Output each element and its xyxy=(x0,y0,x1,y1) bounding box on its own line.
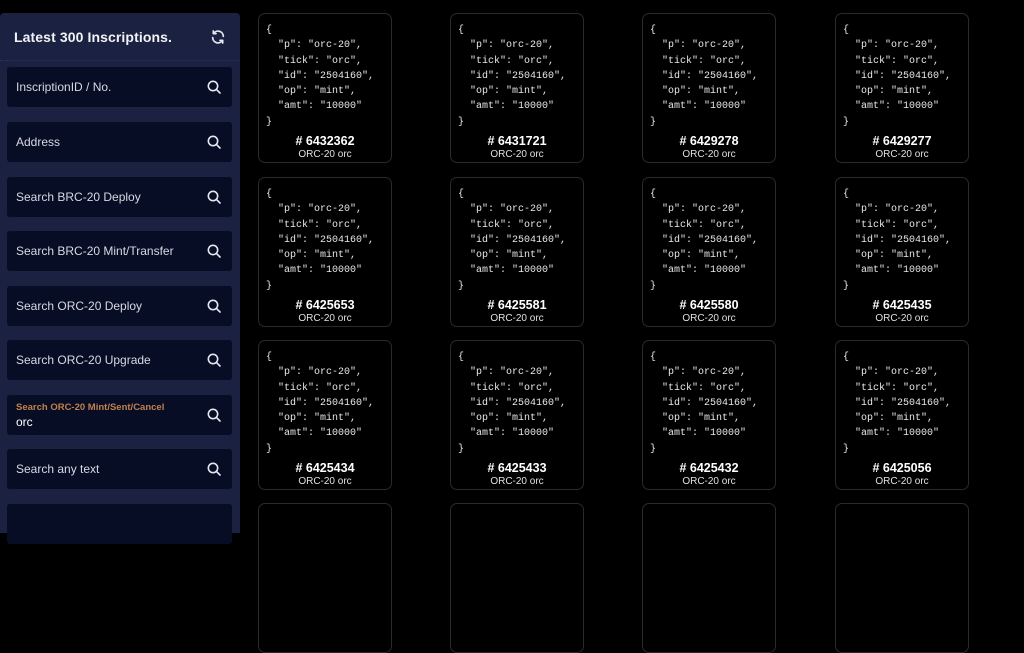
inscription-type: ORC-20 orc xyxy=(490,149,544,160)
inscription-number: # 6425435 xyxy=(872,298,932,312)
brc20-deploy-search-input[interactable]: Search BRC-20 Deploy xyxy=(7,177,232,217)
search-icon[interactable] xyxy=(206,461,222,477)
inscription-card[interactable]: { "p": "orc-20", "tick": "orc", "id": "2… xyxy=(258,177,392,327)
inscription-card[interactable]: { "p": "orc-20", "tick": "orc", "id": "2… xyxy=(450,177,584,327)
search-icon[interactable] xyxy=(206,243,222,259)
search-placeholder: Search BRC-20 Deploy xyxy=(16,190,141,204)
search-placeholder: Search ORC-20 Deploy xyxy=(16,299,143,313)
sidebar: Latest 300 Inscriptions. InscriptionID /… xyxy=(0,13,240,544)
search-field-content: Search ORC-20 Mint/Sent/Cancel orc xyxy=(16,402,164,429)
inscription-type: ORC-20 orc xyxy=(682,149,736,160)
inscription-content: { "p": "orc-20", "tick": "orc", "id": "2… xyxy=(843,189,952,292)
brc20-mint-transfer-search-input[interactable]: Search BRC-20 Mint/Transfer xyxy=(7,231,232,271)
inscription-card-partial[interactable] xyxy=(450,503,584,653)
inscription-card[interactable]: { "p": "orc-20", "tick": "orc", "id": "2… xyxy=(835,340,969,490)
inscription-content: { "p": "orc-20", "tick": "orc", "id": "2… xyxy=(266,189,375,292)
inscription-id-search-input[interactable]: InscriptionID / No. xyxy=(7,67,232,107)
search-icon[interactable] xyxy=(206,189,222,205)
inscription-type: ORC-20 orc xyxy=(298,149,352,160)
inscription-card[interactable]: { "p": "orc-20", "tick": "orc", "id": "2… xyxy=(258,340,392,490)
inscription-type: ORC-20 orc xyxy=(490,476,544,487)
inscription-card[interactable]: { "p": "orc-20", "tick": "orc", "id": "2… xyxy=(642,177,776,327)
inscription-content: { "p": "orc-20", "tick": "orc", "id": "2… xyxy=(843,352,952,455)
inscription-number: # 6425581 xyxy=(487,298,547,312)
inscription-type: ORC-20 orc xyxy=(298,313,352,324)
any-text-search-input[interactable]: Search any text xyxy=(7,449,232,489)
inscription-type: ORC-20 orc xyxy=(682,313,736,324)
inscription-type: ORC-20 orc xyxy=(875,149,929,160)
inscription-type: ORC-20 orc xyxy=(682,476,736,487)
inscription-card[interactable]: { "p": "orc-20", "tick": "orc", "id": "2… xyxy=(642,340,776,490)
inscription-content: { "p": "orc-20", "tick": "orc", "id": "2… xyxy=(266,352,375,455)
inscription-card[interactable]: { "p": "orc-20", "tick": "orc", "id": "2… xyxy=(450,340,584,490)
inscription-number: # 6431721 xyxy=(487,134,547,148)
refresh-icon[interactable] xyxy=(210,29,226,45)
inscription-number: # 6425580 xyxy=(679,298,739,312)
inscription-number: # 6432362 xyxy=(295,134,355,148)
search-icon[interactable] xyxy=(206,352,222,368)
search-icon[interactable] xyxy=(206,134,222,150)
inscription-card[interactable]: { "p": "orc-20", "tick": "orc", "id": "2… xyxy=(258,13,392,163)
sidebar-title: Latest 300 Inscriptions. xyxy=(14,28,173,45)
search-placeholder: InscriptionID / No. xyxy=(16,80,112,94)
inscription-card[interactable]: { "p": "orc-20", "tick": "orc", "id": "2… xyxy=(835,177,969,327)
inscription-content: { "p": "orc-20", "tick": "orc", "id": "2… xyxy=(266,25,375,128)
search-icon[interactable] xyxy=(206,298,222,314)
inscription-number: # 6425432 xyxy=(679,461,739,475)
sidebar-header: Latest 300 Inscriptions. xyxy=(0,13,240,61)
inscription-card-partial[interactable] xyxy=(835,503,969,653)
inscription-type: ORC-20 orc xyxy=(490,313,544,324)
more-search-input[interactable] xyxy=(7,504,232,544)
inscription-card-partial[interactable] xyxy=(642,503,776,653)
search-placeholder: Search BRC-20 Mint/Transfer xyxy=(16,244,174,258)
inscription-card[interactable]: { "p": "orc-20", "tick": "orc", "id": "2… xyxy=(642,13,776,163)
inscription-card-partial[interactable] xyxy=(258,503,392,653)
inscription-content: { "p": "orc-20", "tick": "orc", "id": "2… xyxy=(458,352,567,455)
inscription-content: { "p": "orc-20", "tick": "orc", "id": "2… xyxy=(650,189,759,292)
search-icon[interactable] xyxy=(206,79,222,95)
inscription-type: ORC-20 orc xyxy=(875,313,929,324)
inscription-number: # 6425433 xyxy=(487,461,547,475)
search-icon[interactable] xyxy=(206,407,222,423)
inscription-number: # 6425434 xyxy=(295,461,355,475)
inscription-card[interactable]: { "p": "orc-20", "tick": "orc", "id": "2… xyxy=(835,13,969,163)
orc20-upgrade-search-input[interactable]: Search ORC-20 Upgrade xyxy=(7,340,232,380)
orc20-mint-sent-cancel-search-input[interactable]: Search ORC-20 Mint/Sent/Cancel orc xyxy=(7,395,232,435)
inscription-number: # 6429278 xyxy=(679,134,739,148)
search-placeholder: Search ORC-20 Upgrade xyxy=(16,353,151,367)
search-placeholder: Search any text xyxy=(16,462,100,476)
inscription-number: # 6429277 xyxy=(872,134,932,148)
address-search-input[interactable]: Address xyxy=(7,122,232,162)
inscription-content: { "p": "orc-20", "tick": "orc", "id": "2… xyxy=(650,352,759,455)
inscription-type: ORC-20 orc xyxy=(298,476,352,487)
search-field-value[interactable]: orc xyxy=(16,415,164,429)
inscription-number: # 6425056 xyxy=(872,461,932,475)
search-placeholder: Address xyxy=(16,135,61,149)
inscription-content: { "p": "orc-20", "tick": "orc", "id": "2… xyxy=(650,25,759,128)
search-field-label: Search ORC-20 Mint/Sent/Cancel xyxy=(16,401,165,413)
inscription-content: { "p": "orc-20", "tick": "orc", "id": "2… xyxy=(458,25,567,128)
inscription-number: # 6425653 xyxy=(295,298,355,312)
inscription-content: { "p": "orc-20", "tick": "orc", "id": "2… xyxy=(458,189,567,292)
orc20-deploy-search-input[interactable]: Search ORC-20 Deploy xyxy=(7,286,232,326)
inscription-type: ORC-20 orc xyxy=(875,476,929,487)
inscription-card[interactable]: { "p": "orc-20", "tick": "orc", "id": "2… xyxy=(450,13,584,163)
inscription-content: { "p": "orc-20", "tick": "orc", "id": "2… xyxy=(843,25,952,128)
